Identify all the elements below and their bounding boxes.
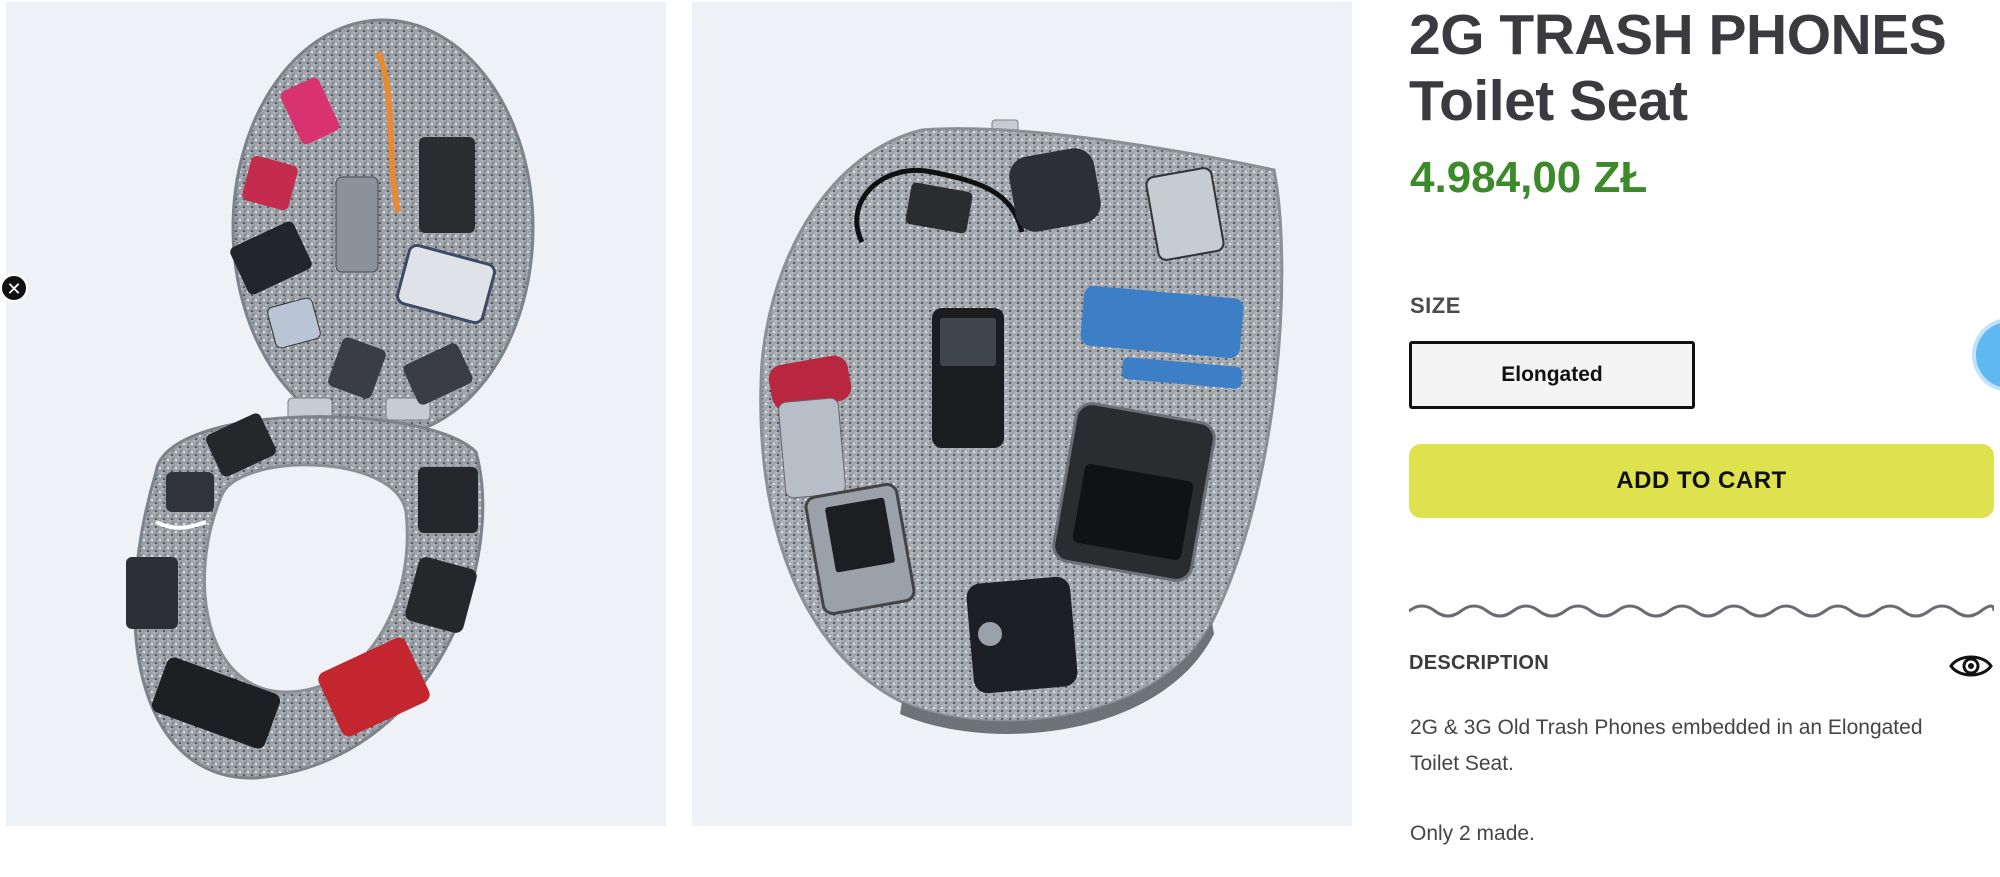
description-heading[interactable]: DESCRIPTION	[1409, 652, 1549, 675]
description-paragraph: Only 2 made.	[1410, 822, 1535, 845]
description-text: 2G & 3G Old Trash Phones embedded in an …	[1410, 710, 1970, 877]
product-title: 2G TRASH PHONES Toilet Seat	[1409, 2, 1947, 134]
chat-icon[interactable]	[1976, 322, 2000, 388]
add-to-cart-button[interactable]: ADD TO CART	[1409, 444, 1994, 518]
eye-icon[interactable]	[1949, 651, 1993, 681]
wavy-divider	[1409, 604, 1994, 618]
product-page: ✕ 2G TRASH PHONES Toilet Seat 4.984,00 Z…	[0, 0, 2000, 877]
product-price: 4.984,00 ZŁ	[1410, 153, 1648, 202]
size-option-label: Elongated	[1501, 363, 1603, 386]
size-option-elongated[interactable]: Elongated	[1409, 341, 1695, 409]
size-label: SIZE	[1410, 293, 1461, 318]
product-title-line-2: Toilet Seat	[1409, 69, 1688, 133]
gallery-edge-tab	[0, 240, 6, 420]
close-icon[interactable]: ✕	[0, 274, 28, 302]
product-photo-open-seat[interactable]	[6, 2, 666, 826]
product-title-line-1: 2G TRASH PHONES	[1409, 3, 1947, 67]
product-photo-closed-seat[interactable]	[692, 2, 1352, 826]
description-paragraph: 2G & 3G Old Trash Phones embedded in an …	[1410, 716, 1923, 775]
